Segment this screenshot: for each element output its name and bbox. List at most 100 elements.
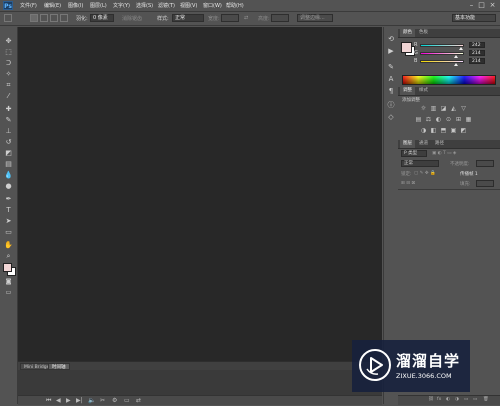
first-frame-icon[interactable]: ⏮	[46, 397, 51, 405]
swatches-3d-icon[interactable]: ◇	[386, 113, 396, 122]
convert-icon[interactable]: ⇄	[136, 397, 141, 404]
menu-help[interactable]: 帮助(H)	[226, 2, 244, 9]
blue-slider[interactable]	[420, 60, 464, 66]
menu-edit[interactable]: 编辑(E)	[44, 2, 61, 9]
intersect-selection-icon[interactable]	[60, 14, 68, 22]
exposure-icon[interactable]: ◭	[450, 105, 457, 112]
fill-input[interactable]	[476, 180, 494, 187]
add-selection-icon[interactable]	[40, 14, 48, 22]
healing-brush-icon[interactable]: ✚	[3, 105, 14, 114]
crop-icon[interactable]: ⌗	[3, 81, 14, 90]
new-layer-icon[interactable]: ▭	[473, 397, 477, 402]
document-canvas-area[interactable]	[18, 27, 382, 361]
hand-icon[interactable]: ✋	[3, 241, 14, 250]
antialias-checkbox[interactable]: 消除锯齿	[122, 15, 142, 22]
channel-mixer-icon[interactable]: ⊞	[455, 116, 462, 123]
history-icon[interactable]: ⟲	[386, 35, 396, 44]
slider-thumb[interactable]	[454, 63, 459, 66]
mask-icon[interactable]: ◐	[446, 397, 450, 402]
menu-image[interactable]: 图像(I)	[68, 2, 83, 9]
play-icon[interactable]: ▶	[66, 397, 71, 404]
brush-icon[interactable]: ✎	[3, 116, 14, 125]
eyedropper-icon[interactable]: ⁄	[3, 92, 14, 101]
hue-saturation-icon[interactable]: ▤	[415, 116, 422, 123]
new-group-icon[interactable]: ▭	[464, 397, 468, 402]
paragraph-icon[interactable]: ¶	[386, 87, 396, 96]
tab-swatches[interactable]: 色板	[416, 29, 431, 37]
settings-icon[interactable]: ⚙	[112, 397, 117, 404]
curves-icon[interactable]: ◪	[440, 105, 447, 112]
style-select[interactable]: 正常	[172, 14, 204, 22]
green-value-input[interactable]: 214	[469, 50, 485, 56]
invert-icon[interactable]: ◑	[420, 127, 427, 134]
layer-filter-icons[interactable]: ▣ ◐ T ▭ ◈	[432, 151, 456, 156]
color-spectrum[interactable]	[402, 75, 496, 85]
fx-icon[interactable]: fx	[437, 397, 441, 402]
color-swatch[interactable]	[401, 42, 412, 53]
split-icon[interactable]: ✂	[100, 397, 105, 404]
blur-icon[interactable]: 💧	[3, 171, 14, 180]
info-icon[interactable]: ⓘ	[386, 101, 396, 110]
render-icon[interactable]: ▭	[124, 397, 130, 404]
new-selection-icon[interactable]	[30, 14, 38, 22]
refine-edge-button[interactable]: 调整边缘...	[297, 14, 333, 22]
audio-icon[interactable]: 🔈	[88, 397, 95, 404]
width-input[interactable]	[221, 14, 239, 22]
photo-filter-icon[interactable]: ⊙	[445, 116, 452, 123]
screen-mode-icon[interactable]: ▭	[3, 288, 14, 297]
zoom-icon[interactable]: ⌕	[3, 252, 14, 261]
close-button[interactable]: ×	[488, 1, 497, 9]
workspace-select[interactable]: 基本功能	[452, 14, 496, 22]
history-brush-icon[interactable]: ↺	[3, 138, 14, 147]
menu-layer[interactable]: 图层(L)	[90, 2, 107, 9]
tab-paths[interactable]: 路径	[432, 140, 447, 148]
eraser-icon[interactable]: ◩	[3, 149, 14, 158]
red-slider[interactable]	[420, 44, 464, 50]
tool-preset-icon[interactable]	[4, 14, 12, 22]
lasso-icon[interactable]: ᑐ	[3, 59, 14, 68]
clone-stamp-icon[interactable]: ⊥	[3, 127, 14, 136]
layer-kind-filter[interactable]: P 类型	[401, 150, 427, 157]
quick-mask-icon[interactable]: ◙	[3, 277, 14, 286]
path-select-icon[interactable]: ➤	[3, 217, 14, 226]
color-balance-icon[interactable]: ⚖	[425, 116, 432, 123]
menu-view[interactable]: 视图(V)	[180, 2, 197, 9]
subtract-selection-icon[interactable]	[50, 14, 58, 22]
posterize-icon[interactable]: ◧	[430, 127, 437, 134]
blend-mode-select[interactable]: 正常	[401, 160, 439, 167]
color-lookup-icon[interactable]: ▦	[465, 116, 472, 123]
tab-layers[interactable]: 图层	[400, 140, 415, 148]
pen-icon[interactable]: ✒	[3, 195, 14, 204]
tab-channels[interactable]: 通道	[416, 140, 431, 148]
quick-select-icon[interactable]: ✧	[3, 70, 14, 79]
character-icon[interactable]: A	[386, 75, 396, 84]
menu-type[interactable]: 文字(Y)	[113, 2, 130, 9]
slider-thumb[interactable]	[458, 47, 463, 50]
actions-icon[interactable]: ▶	[386, 47, 396, 56]
menu-file[interactable]: 文件(F)	[20, 2, 37, 9]
menu-filter[interactable]: 滤镜(T)	[158, 2, 175, 9]
vibrance-icon[interactable]: ▽	[460, 105, 467, 112]
brush-preset-icon[interactable]: ✎	[386, 63, 396, 72]
pass-through-checkbox[interactable]: 传播帧 1	[460, 171, 478, 177]
maximize-button[interactable]: □	[477, 1, 486, 9]
red-value-input[interactable]: 242	[469, 42, 485, 48]
menu-window[interactable]: 窗口(W)	[203, 2, 222, 9]
gradient-icon[interactable]: ▤	[3, 160, 14, 169]
tab-adjustments[interactable]: 调整	[400, 87, 415, 95]
slider-thumb[interactable]	[454, 55, 459, 58]
unify-icons[interactable]: ⊞ ⊟ ⊠	[401, 181, 415, 186]
foreground-color-swatch[interactable]	[3, 263, 12, 272]
blue-value-input[interactable]: 214	[469, 58, 485, 64]
shape-icon[interactable]: ▭	[3, 228, 14, 237]
adjustment-layer-icon[interactable]: ◑	[455, 397, 459, 402]
brightness-icon[interactable]: ☼	[420, 105, 427, 112]
opacity-input[interactable]	[476, 160, 494, 167]
marquee-icon[interactable]: ⬚	[3, 48, 14, 57]
tab-timeline[interactable]: 时间轴	[48, 363, 70, 370]
height-input[interactable]	[271, 14, 289, 22]
black-white-icon[interactable]: ◐	[435, 116, 442, 123]
feather-input[interactable]: 0 像素	[90, 14, 114, 22]
gradient-map-icon[interactable]: ▣	[450, 127, 457, 134]
selective-color-icon[interactable]: ◩	[460, 127, 467, 134]
